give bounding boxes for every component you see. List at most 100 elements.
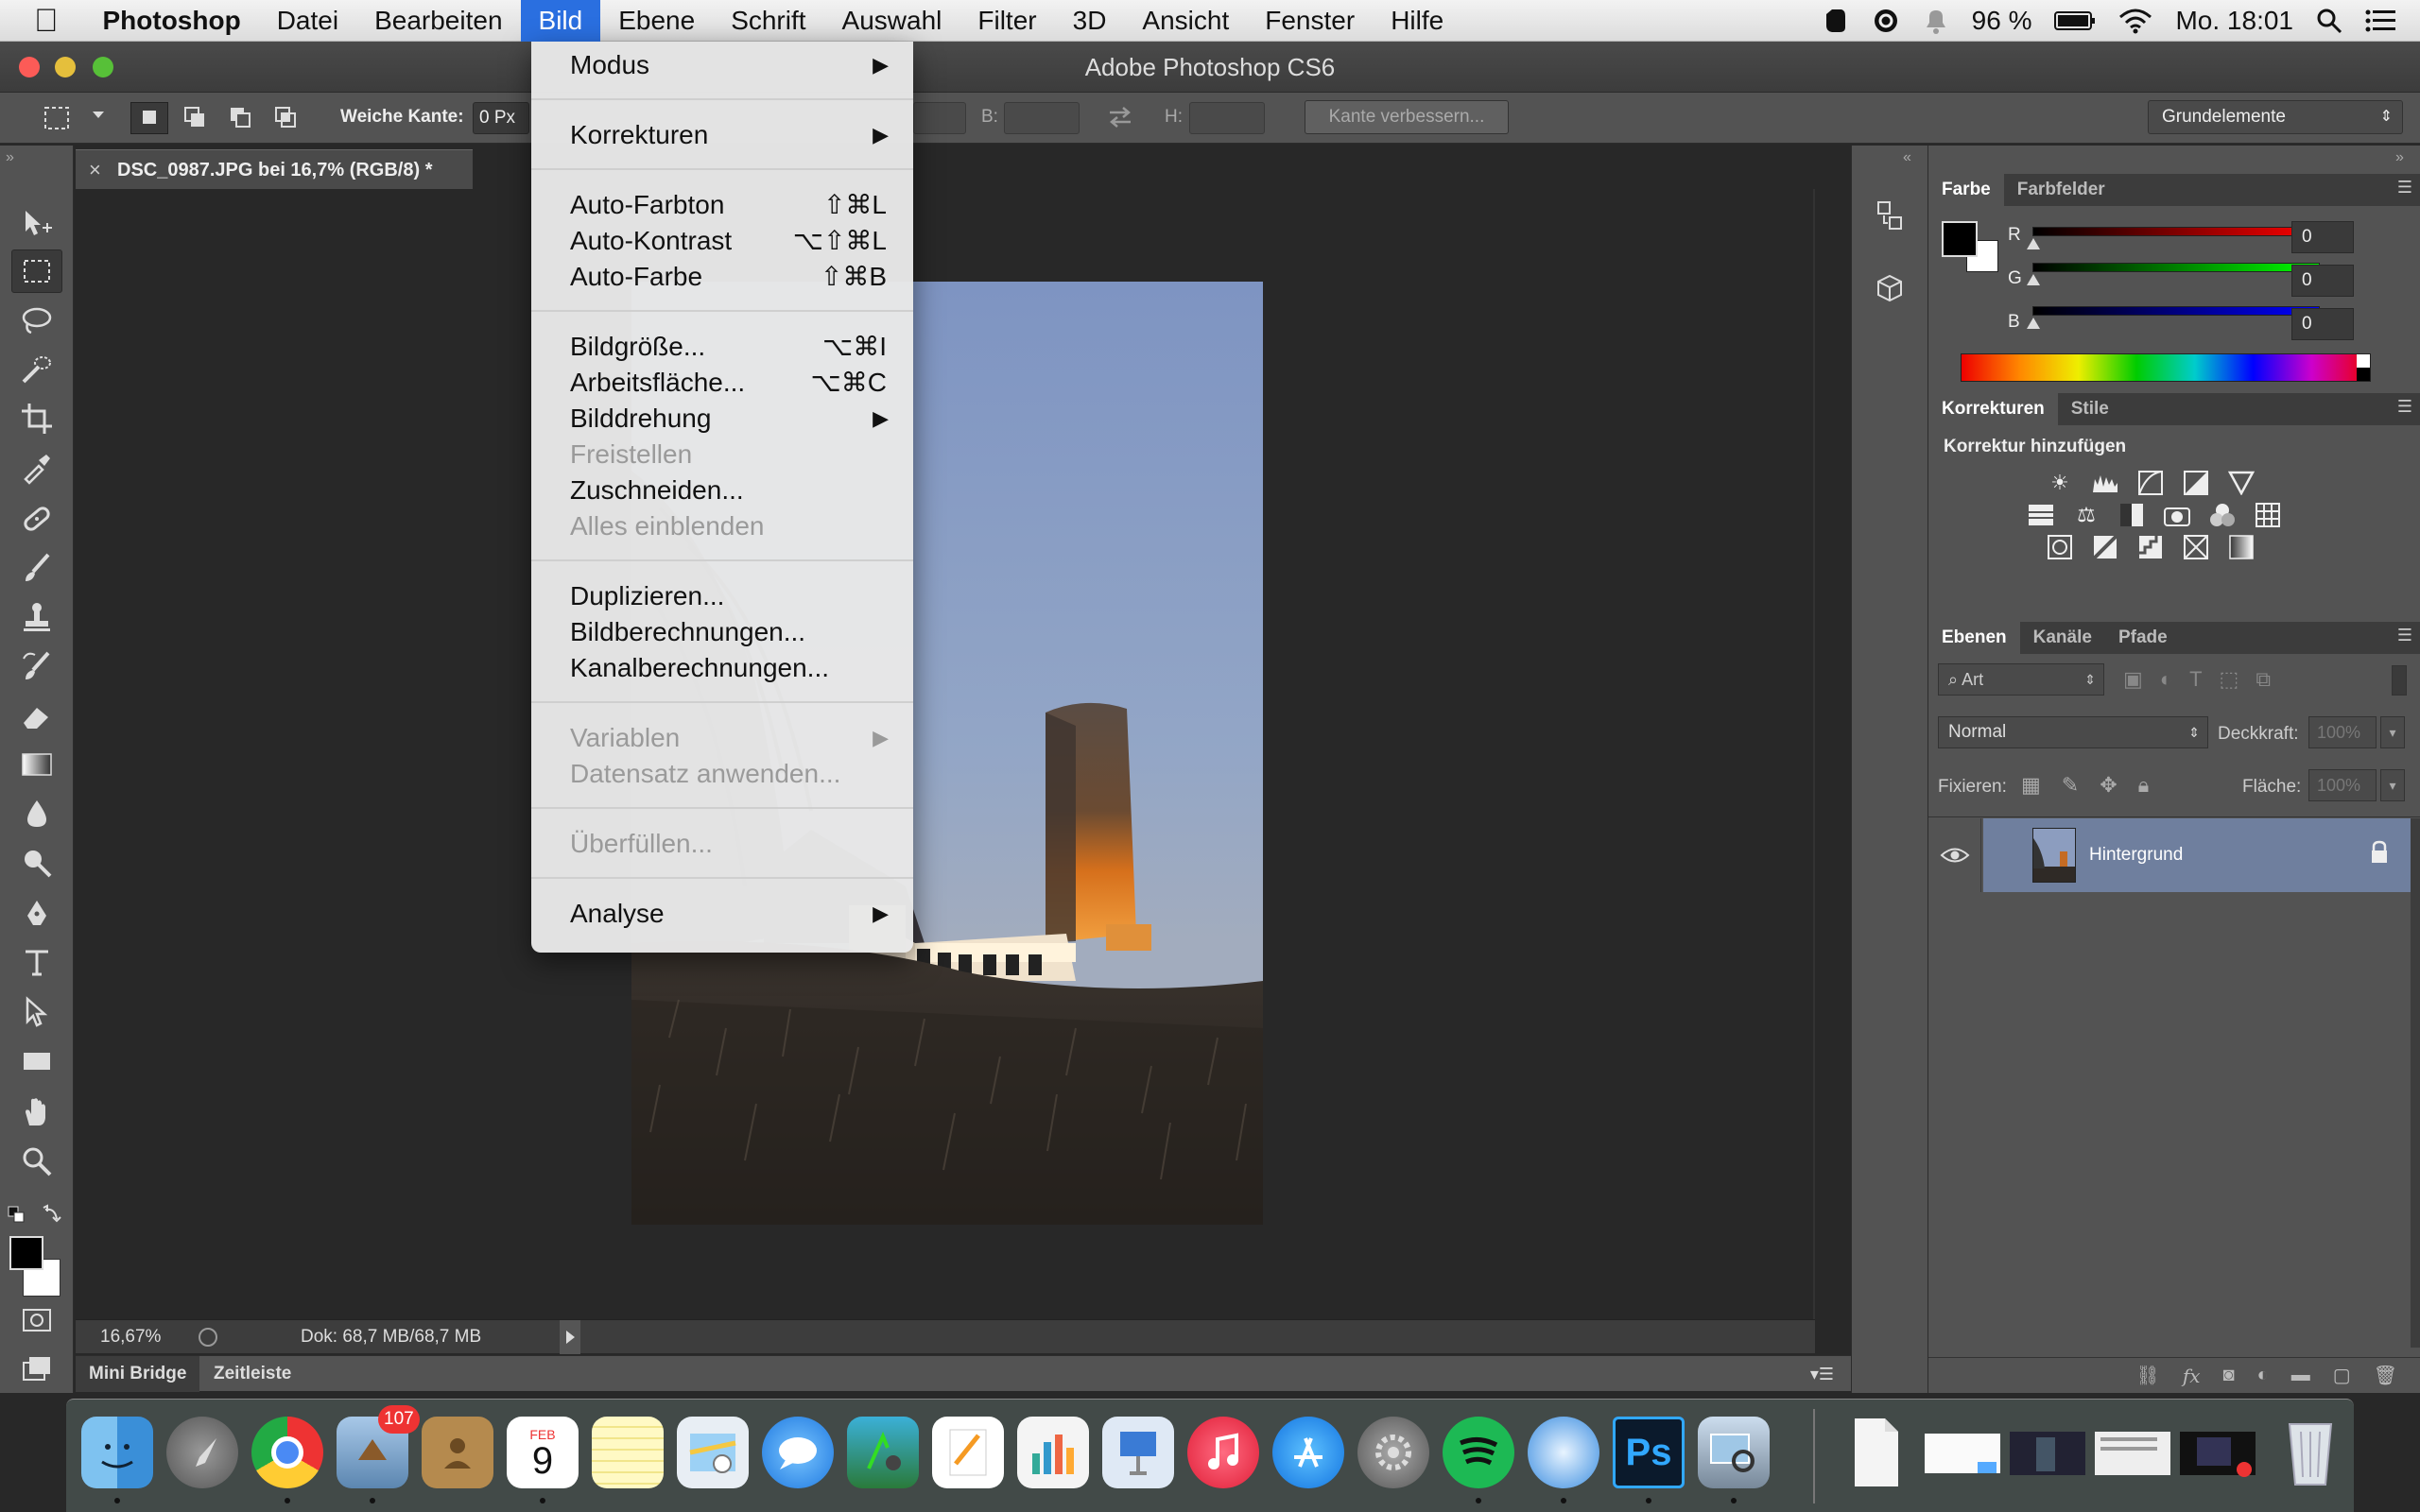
contacts-icon[interactable]	[422, 1417, 493, 1488]
tab-farbfelder[interactable]: Farbfelder	[2004, 174, 2118, 206]
spotify-icon[interactable]	[1443, 1417, 1514, 1488]
menu-item-zuschneiden[interactable]: Zuschneiden...	[531, 472, 913, 508]
tab-mini-bridge[interactable]: Mini Bridge	[76, 1356, 200, 1392]
menu-item-bildberechnungen[interactable]: Bildberechnungen...	[531, 614, 913, 650]
fill-dropdown-icon[interactable]: ▾	[2380, 769, 2405, 801]
menu-auswahl[interactable]: Auswahl	[824, 0, 960, 42]
menu-bild[interactable]: Bild	[520, 0, 601, 42]
menu-fenster[interactable]: Fenster	[1247, 0, 1373, 42]
rectangular-marquee-tool-icon[interactable]	[11, 249, 62, 293]
menu-ansicht[interactable]: Ansicht	[1124, 0, 1247, 42]
photo-filter-icon[interactable]	[2161, 499, 2193, 531]
tab-kanaele[interactable]: Kanäle	[2020, 622, 2105, 654]
menu-ebene[interactable]: Ebene	[600, 0, 713, 42]
maps-icon[interactable]	[677, 1417, 749, 1488]
zoom-window-button[interactable]	[93, 57, 113, 77]
menu-hilfe[interactable]: Hilfe	[1373, 0, 1461, 42]
3d-panel-icon[interactable]	[1873, 272, 1907, 311]
channel-b-slider[interactable]	[2032, 306, 2320, 316]
crop-tool-icon[interactable]	[11, 397, 62, 440]
photoshop-icon[interactable]: Ps	[1613, 1417, 1685, 1488]
width-input[interactable]	[1004, 102, 1080, 134]
path-selection-tool-icon[interactable]	[11, 990, 62, 1034]
screenshot-thumbnail-1-icon[interactable]	[1921, 1417, 2004, 1488]
eyedropper-tool-icon[interactable]	[11, 446, 62, 490]
channel-b-thumb-icon[interactable]	[2027, 318, 2040, 329]
selective-color-icon[interactable]	[2180, 531, 2212, 563]
bottom-panel-menu-icon[interactable]: ▾☰	[1810, 1356, 1834, 1392]
battery-percent[interactable]: 96 %	[1972, 6, 2032, 36]
quick-mask-icon[interactable]	[11, 1298, 62, 1342]
blur-tool-icon[interactable]	[11, 792, 62, 835]
documents-stack-icon[interactable]	[1840, 1417, 1911, 1488]
menu-item-auto-kontrast[interactable]: Auto-Kontrast ⌥⇧⌘L	[531, 223, 913, 259]
quick-selection-tool-icon[interactable]	[11, 348, 62, 391]
preview-icon[interactable]	[1698, 1417, 1770, 1488]
menu-filter[interactable]: Filter	[959, 0, 1054, 42]
tab-zeitleiste[interactable]: Zeitleiste	[214, 1356, 291, 1392]
subtract-selection-icon[interactable]	[223, 102, 261, 134]
tab-ebenen[interactable]: Ebenen	[1928, 622, 2020, 654]
opacity-dropdown-icon[interactable]: ▾	[2380, 716, 2405, 748]
filter-pixel-icon[interactable]: ▣	[2123, 667, 2143, 692]
notification-center-icon[interactable]	[2365, 9, 2395, 33]
expand-panels-icon[interactable]: «	[1903, 149, 1911, 166]
finder-icon[interactable]	[81, 1417, 153, 1488]
swap-colors-icon[interactable]	[42, 1204, 62, 1229]
tab-pfade[interactable]: Pfade	[2105, 622, 2181, 654]
menu-item-modus[interactable]: Modus ▶	[531, 47, 913, 83]
channel-g-input[interactable]: 0	[2291, 265, 2354, 297]
foreground-color-swatch[interactable]	[9, 1236, 43, 1270]
marquee-preset-icon[interactable]	[38, 102, 100, 134]
status-info-icon[interactable]	[199, 1328, 217, 1347]
calendar-icon[interactable]: FEB 9	[507, 1417, 579, 1488]
document-tab[interactable]: × DSC_0987.JPG bei 16,7% (RGB/8) *	[76, 149, 473, 189]
dodge-tool-icon[interactable]	[11, 841, 62, 885]
menu-app-name[interactable]: Photoshop	[85, 0, 259, 42]
channel-mixer-icon[interactable]	[2206, 499, 2238, 531]
filter-adjustment-icon[interactable]: ◐	[2160, 667, 2172, 692]
new-layer-icon[interactable]: ▢	[2333, 1364, 2351, 1387]
menu-item-kanalberechnungen[interactable]: Kanalberechnungen...	[531, 650, 913, 686]
collapse-tools-icon[interactable]: »	[6, 149, 14, 166]
new-group-icon[interactable]: ▬	[2291, 1365, 2310, 1386]
zoom-tool-icon[interactable]	[11, 1140, 62, 1183]
menu-item-bildgroesse[interactable]: Bildgröße... ⌥⌘I	[531, 329, 913, 365]
vibrance-icon[interactable]	[2225, 467, 2257, 499]
lock-position-icon[interactable]: ✥	[2100, 773, 2117, 798]
add-selection-icon[interactable]	[178, 102, 216, 134]
color-lookup-icon[interactable]	[2252, 499, 2284, 531]
clone-stamp-tool-icon[interactable]	[11, 595, 62, 639]
pen-tool-icon[interactable]	[11, 892, 62, 936]
filter-smart-object-icon[interactable]: ⧉	[2256, 667, 2271, 692]
menu-item-analyse[interactable]: Analyse ▶	[531, 896, 913, 932]
opacity-input[interactable]: 100%	[2308, 716, 2377, 748]
blend-mode-select[interactable]: Normal ⇕	[1938, 716, 2208, 748]
lock-pixels-icon[interactable]: ✎	[2062, 773, 2079, 798]
delete-layer-icon[interactable]: 🗑︎	[2374, 1364, 2397, 1387]
link-layers-icon[interactable]: ⛓	[2135, 1364, 2159, 1387]
adjustments-panel-menu-icon[interactable]: ☰	[2397, 397, 2412, 417]
evernote-icon[interactable]	[1821, 7, 1849, 35]
healing-brush-tool-icon[interactable]	[11, 497, 62, 541]
tab-korrekturen[interactable]: Korrekturen	[1928, 393, 2058, 425]
gradient-map-icon[interactable]	[2225, 531, 2257, 563]
layer-filter-select[interactable]: ⌕ Art ⇕	[1938, 663, 2104, 696]
screenshot-thumbnail-2-icon[interactable]	[2006, 1417, 2089, 1488]
refine-edge-button[interactable]: Kante verbessern...	[1305, 100, 1509, 134]
preset-dropdown-icon[interactable]	[93, 112, 104, 121]
layers-panel-menu-icon[interactable]: ☰	[2397, 626, 2412, 645]
feather-input[interactable]: 0 Px	[473, 102, 529, 134]
brush-tool-icon[interactable]	[11, 546, 62, 590]
lock-transparency-icon[interactable]: ▦	[2021, 773, 2041, 798]
default-colors-icon[interactable]	[8, 1206, 26, 1229]
layer-row-hintergrund[interactable]: Hintergrund	[1983, 818, 2420, 892]
close-document-icon[interactable]: ×	[89, 150, 101, 190]
black-white-icon[interactable]	[2116, 499, 2148, 531]
screenshot-thumbnail-4-icon[interactable]	[2176, 1417, 2259, 1488]
fill-input[interactable]: 100%	[2308, 769, 2377, 801]
numbers-icon[interactable]	[1017, 1417, 1089, 1488]
hue-saturation-icon[interactable]	[2025, 499, 2057, 531]
workspace-select[interactable]: Grundelemente ⇕	[2148, 100, 2403, 134]
filter-type-icon[interactable]: T	[2189, 667, 2202, 692]
